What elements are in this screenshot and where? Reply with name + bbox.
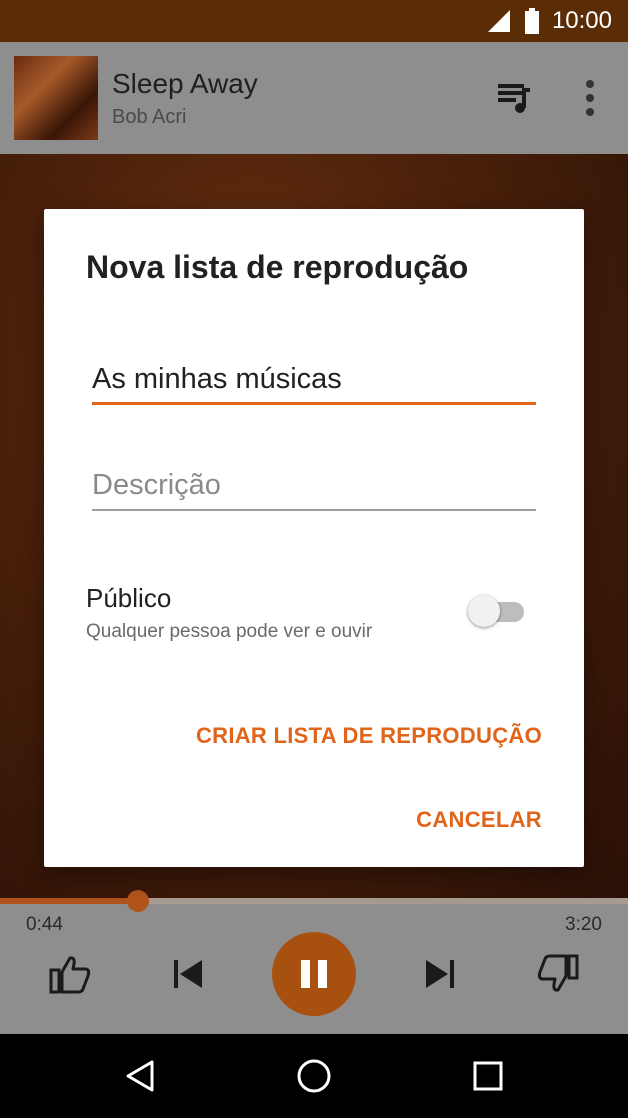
battery-icon [524, 8, 539, 34]
back-button[interactable] [118, 1054, 162, 1098]
status-time: 10:00 [551, 7, 612, 34]
dialog-title: Nova lista de reprodução [86, 249, 469, 285]
public-toggle[interactable] [468, 593, 526, 627]
signal-icon [487, 10, 510, 32]
description-input[interactable] [92, 465, 536, 505]
create-playlist-button[interactable]: CRIAR LISTA DE REPRODUÇÃO [196, 723, 542, 749]
home-button[interactable] [292, 1054, 336, 1098]
recents-button[interactable] [466, 1054, 510, 1098]
navigation-bar [0, 1034, 628, 1118]
description-field[interactable] [92, 465, 536, 511]
new-playlist-dialog: Nova lista de reprodução Público Qualque… [44, 209, 584, 867]
public-sublabel: Qualquer pessoa pode ver e ouvir [86, 621, 373, 642]
status-bar: 10:00 [0, 0, 628, 42]
playlist-name-input[interactable] [92, 359, 536, 399]
toggle-thumb [468, 595, 500, 627]
home-icon [297, 1059, 331, 1093]
playlist-name-field[interactable] [92, 359, 536, 405]
back-icon [126, 1060, 154, 1092]
cancel-button[interactable]: CANCELAR [416, 807, 542, 833]
recents-icon [473, 1061, 503, 1091]
public-label: Público [86, 583, 172, 613]
